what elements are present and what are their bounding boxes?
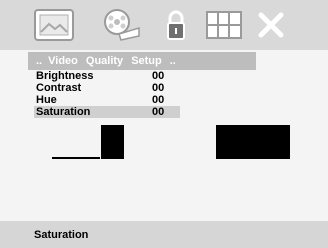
setting-label: Hue bbox=[36, 94, 57, 106]
preview-indicator-line bbox=[52, 157, 100, 159]
preview-block-right bbox=[216, 125, 290, 159]
preview-block-left bbox=[101, 125, 124, 159]
setting-row-saturation[interactable]: Saturation 00 bbox=[34, 106, 180, 118]
status-text: Saturation bbox=[34, 229, 89, 241]
picture-icon[interactable] bbox=[32, 7, 76, 43]
toolbar bbox=[0, 0, 328, 50]
menu-bar: .. Video Quality Setup .. bbox=[28, 52, 256, 70]
setting-label: Contrast bbox=[36, 82, 82, 94]
setting-label: Saturation bbox=[36, 106, 91, 118]
padlock-icon[interactable] bbox=[164, 7, 188, 43]
setting-value: 00 bbox=[152, 70, 165, 82]
osd-window: .. Video Quality Setup .. Brightness 00 … bbox=[0, 0, 328, 248]
tab-quality[interactable]: Quality bbox=[86, 55, 123, 67]
tab-setup[interactable]: Setup bbox=[131, 55, 162, 67]
close-icon[interactable] bbox=[256, 7, 286, 43]
settings-list: Brightness 00 Contrast 00 Hue 00 Saturat… bbox=[34, 70, 204, 118]
grid-icon[interactable] bbox=[204, 7, 246, 43]
setting-row-brightness[interactable]: Brightness 00 bbox=[34, 70, 204, 82]
film-reel-icon[interactable] bbox=[98, 7, 144, 43]
setting-row-hue[interactable]: Hue 00 bbox=[34, 94, 204, 106]
menu-suffix: .. bbox=[169, 55, 176, 67]
setting-value: 00 bbox=[152, 94, 165, 106]
menu-prefix: .. bbox=[36, 55, 43, 67]
tab-video[interactable]: Video bbox=[48, 55, 78, 67]
setting-value: 00 bbox=[152, 82, 165, 94]
setting-row-contrast[interactable]: Contrast 00 bbox=[34, 82, 204, 94]
setting-label: Brightness bbox=[36, 70, 94, 82]
setting-value: 00 bbox=[152, 106, 165, 118]
status-bar: Saturation bbox=[0, 221, 328, 248]
